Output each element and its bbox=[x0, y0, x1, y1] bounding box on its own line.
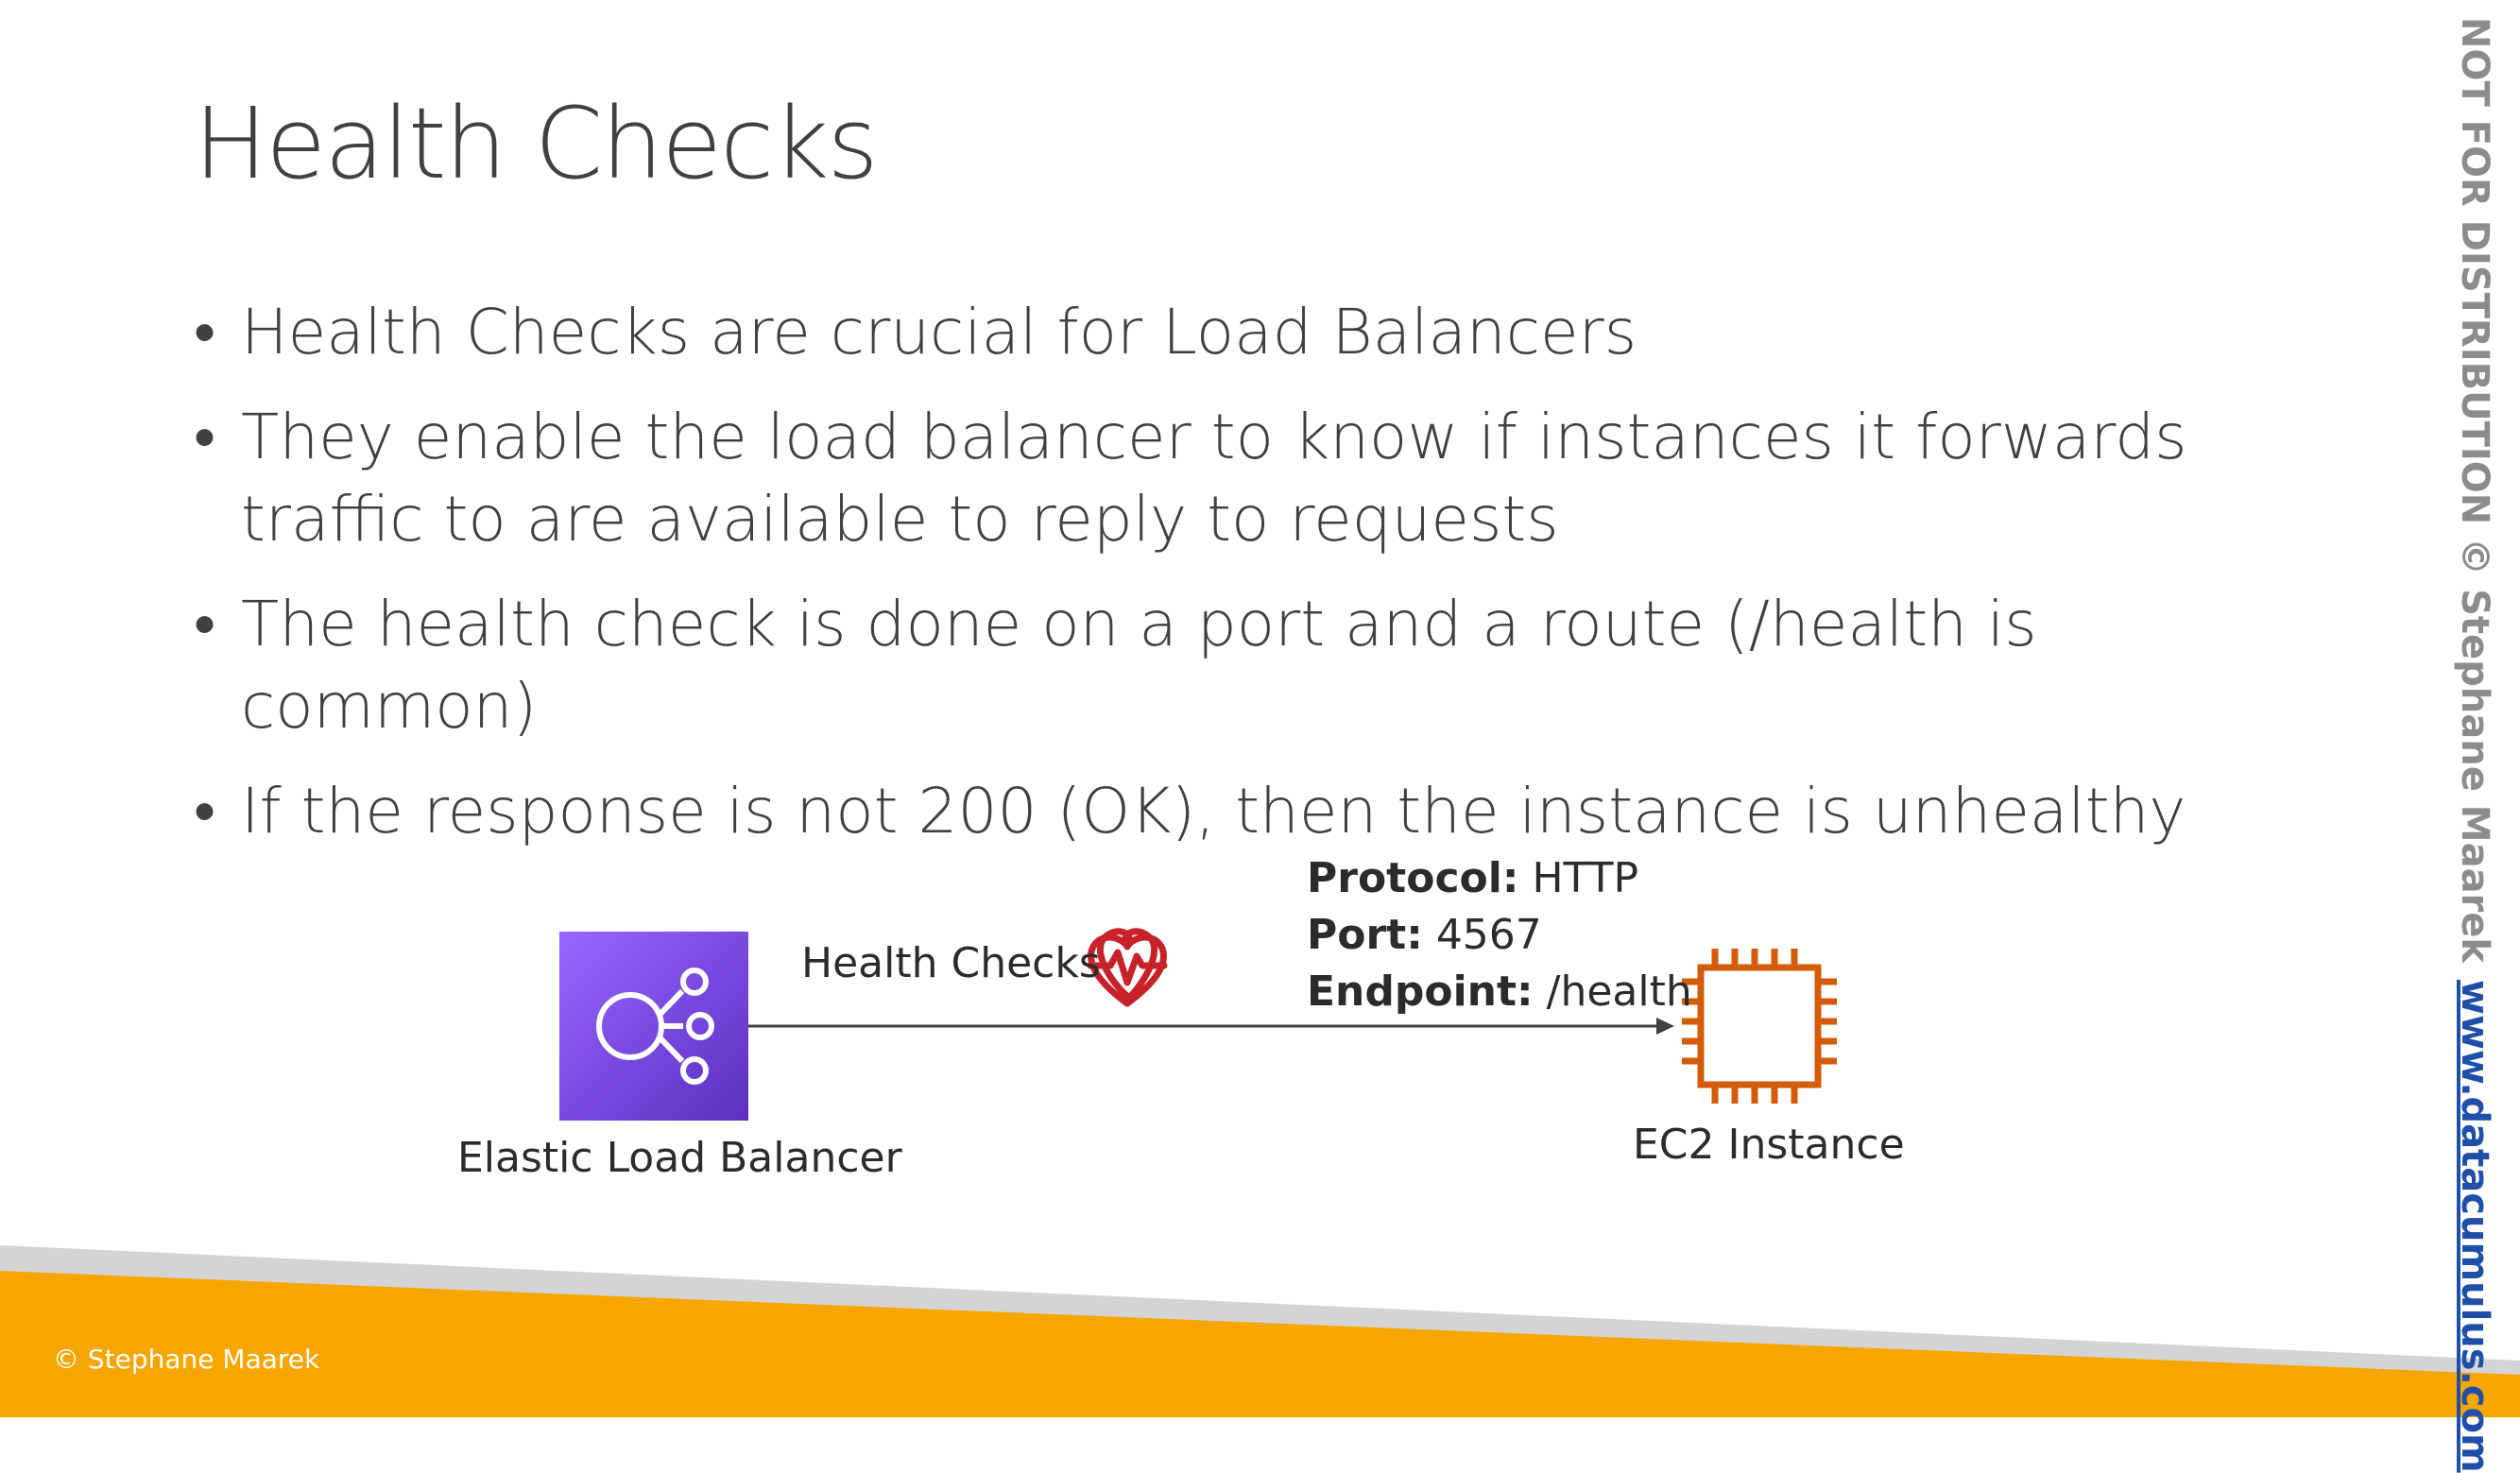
port-key: Port: bbox=[1307, 911, 1423, 959]
load-balancer-icon bbox=[559, 932, 748, 1121]
port-line: Port: 4567 bbox=[1307, 907, 1692, 964]
arrow-label: Health Checks bbox=[801, 939, 1101, 987]
distribution-notice: NOT FOR DISTRIBUTION © Stephane Maarek bbox=[2453, 17, 2496, 964]
website-link[interactable]: www.datacumulus.com bbox=[2453, 980, 2496, 1473]
elb-label: Elastic Load Balancer bbox=[457, 1134, 902, 1182]
diagram-graphics bbox=[559, 928, 1837, 1121]
endpoint-line: Endpoint: /health bbox=[1307, 964, 1692, 1020]
ec2-chip-icon bbox=[1682, 949, 1837, 1104]
endpoint-value: /health bbox=[1546, 968, 1692, 1016]
endpoint-key: Endpoint: bbox=[1307, 968, 1534, 1016]
heart-pulse-icon bbox=[1087, 928, 1168, 1007]
side-watermark: NOT FOR DISTRIBUTION © Stephane Maarek ww… bbox=[2453, 17, 2496, 1473]
protocol-line: Protocol: HTTP bbox=[1307, 850, 1692, 907]
ec2-label: EC2 Instance bbox=[1633, 1121, 1905, 1169]
footer-band bbox=[0, 1245, 2520, 1417]
protocol-key: Protocol: bbox=[1307, 854, 1519, 902]
copyright: © Stephane Maarek bbox=[53, 1344, 320, 1375]
port-value: 4567 bbox=[1435, 911, 1542, 959]
health-check-diagram: Health Checks Elastic Load Balancer EC2 … bbox=[0, 0, 2520, 1247]
protocol-value: HTTP bbox=[1532, 854, 1639, 902]
health-check-settings: Protocol: HTTP Port: 4567 Endpoint: /hea… bbox=[1307, 850, 1692, 1020]
